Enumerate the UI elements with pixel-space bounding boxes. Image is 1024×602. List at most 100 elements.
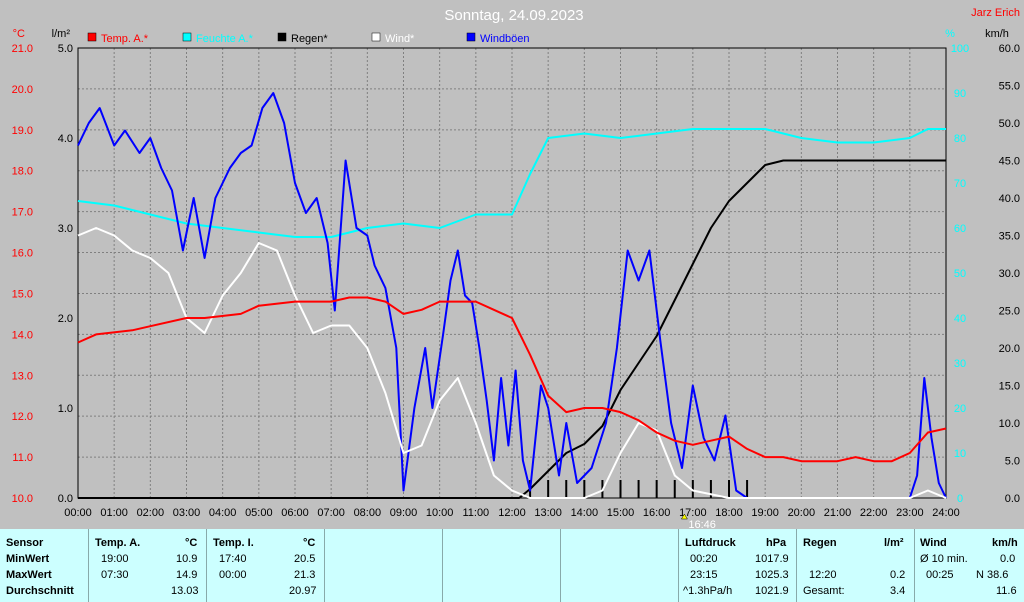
temp-a-max-val: 14.9 bbox=[176, 569, 198, 581]
wind-tick-label: 10.0 bbox=[999, 418, 1020, 430]
wind-header: Wind bbox=[920, 537, 947, 549]
x-tick-label: 00:00 bbox=[64, 507, 92, 519]
legend-swatch bbox=[371, 32, 381, 42]
x-tick-label: 02:00 bbox=[137, 507, 165, 519]
humidity-tick-label: 0 bbox=[957, 493, 963, 505]
wind-tick-label: 20.0 bbox=[999, 343, 1020, 355]
temp-i-min-val: 20.5 bbox=[294, 553, 316, 565]
x-tick-label: 15:00 bbox=[607, 507, 635, 519]
x-tick-label: 13:00 bbox=[534, 507, 562, 519]
rain-total-label: Gesamt: bbox=[803, 585, 845, 597]
temp-tick-label: 12.0 bbox=[12, 411, 33, 423]
temp-tick-label: 15.0 bbox=[12, 288, 33, 300]
time-marker-label: 16:46 bbox=[688, 519, 716, 529]
wind-tick-label: 50.0 bbox=[999, 118, 1020, 130]
chart-title: Sonntag, 24.09.2023 bbox=[444, 7, 583, 24]
wind-max-val: N 38.6 bbox=[976, 569, 1009, 581]
wind-tick-label: 45.0 bbox=[999, 156, 1020, 168]
row-label-max: MaxWert bbox=[6, 569, 52, 581]
rain-total: 3.4 bbox=[890, 585, 906, 597]
temp-tick-label: 21.0 bbox=[12, 43, 33, 55]
row-label-min: MinWert bbox=[6, 553, 50, 565]
rain-tick-label: 5.0 bbox=[58, 43, 73, 55]
temp-a-unit: °C bbox=[185, 537, 198, 549]
humidity-tick-label: 80 bbox=[954, 133, 966, 145]
rain-max-val: 0.2 bbox=[890, 569, 906, 581]
humidity-tick-label: 100 bbox=[951, 43, 969, 55]
x-tick-label: 21:00 bbox=[824, 507, 852, 519]
weather-chart: Sonntag, 24.09.2023 Jarz Erich Temp. A.*… bbox=[12, 7, 1020, 529]
pressure-min-time: 00:20 bbox=[690, 553, 718, 565]
row-label-avg: Durchschnitt bbox=[6, 585, 74, 597]
humidity-tick-label: 40 bbox=[954, 313, 966, 325]
x-tick-label: 04:00 bbox=[209, 507, 237, 519]
sensor-header: Sensor bbox=[6, 537, 44, 549]
x-tick-label: 11:00 bbox=[462, 507, 489, 519]
temp-tick-label: 13.0 bbox=[12, 370, 33, 382]
temp-a-min-val: 10.9 bbox=[176, 553, 198, 565]
temp-i-min-time: 17:40 bbox=[219, 553, 247, 565]
pressure-unit: hPa bbox=[766, 537, 787, 549]
humidity-tick-label: 20 bbox=[954, 403, 966, 415]
station-name: Jarz Erich bbox=[971, 7, 1020, 19]
x-tick-label: 23:00 bbox=[896, 507, 924, 519]
wind-tick-label: 35.0 bbox=[999, 231, 1020, 243]
pressure-max-time: 23:15 bbox=[690, 569, 718, 581]
x-tick-label: 19:00 bbox=[751, 507, 779, 519]
wind-mean: 11.6 bbox=[996, 585, 1017, 597]
humidity-tick-label: 10 bbox=[954, 448, 966, 460]
wind-avg-label: Ø 10 min. bbox=[920, 553, 968, 565]
wind-avg-val: 0.0 bbox=[1000, 553, 1016, 565]
legend-label: Windböen bbox=[480, 33, 530, 45]
legend-swatch bbox=[182, 32, 192, 42]
wind-tick-label: 55.0 bbox=[999, 81, 1020, 93]
humidity-tick-label: 90 bbox=[954, 88, 966, 100]
x-tick-label: 03:00 bbox=[173, 507, 201, 519]
rain-unit-label: l/m² bbox=[52, 28, 71, 40]
wind-tick-label: 0.0 bbox=[1005, 493, 1020, 505]
humidity-tick-label: 60 bbox=[954, 223, 966, 235]
temp-a-avg: 13.03 bbox=[171, 585, 199, 597]
pressure-header: Luftdruck bbox=[685, 537, 736, 549]
legend-label: Temp. A.* bbox=[101, 33, 149, 45]
temp-a-min-time: 19:00 bbox=[101, 553, 129, 565]
temp-i-unit: °C bbox=[303, 537, 316, 549]
temp-i-header: Temp. I. bbox=[213, 537, 254, 549]
temp-tick-label: 14.0 bbox=[12, 329, 33, 341]
temp-tick-label: 18.0 bbox=[12, 166, 33, 178]
temp-i-avg: 20.97 bbox=[289, 585, 317, 597]
pressure-min-val: 1017.9 bbox=[755, 553, 789, 565]
x-tick-label: 08:00 bbox=[354, 507, 382, 519]
temp-i-max-time: 00:00 bbox=[219, 569, 247, 581]
pressure-max-val: 1025.3 bbox=[755, 569, 789, 581]
legend-swatch bbox=[466, 32, 476, 42]
humidity-tick-label: 70 bbox=[954, 178, 966, 190]
x-tick-label: 14:00 bbox=[571, 507, 599, 519]
temp-unit-label: °C bbox=[13, 28, 25, 40]
pressure-trend: ^1.3hPa/h bbox=[683, 585, 733, 597]
rain-unit: l/m² bbox=[884, 537, 904, 549]
x-tick-label: 20:00 bbox=[788, 507, 816, 519]
legend-label: Regen* bbox=[291, 33, 328, 45]
x-tick-label: 06:00 bbox=[281, 507, 309, 519]
legend-label: Wind* bbox=[385, 33, 415, 45]
wind-unit: km/h bbox=[992, 537, 1018, 549]
rain-tick-label: 3.0 bbox=[58, 223, 73, 235]
x-tick-label: 12:00 bbox=[498, 507, 526, 519]
wind-tick-label: 15.0 bbox=[999, 381, 1020, 393]
x-tick-label: 24:00 bbox=[932, 507, 960, 519]
legend-swatch bbox=[277, 32, 287, 42]
legend: Temp. A.* Feuchte A.* Regen* Wind* Windböen bbox=[87, 32, 530, 45]
temp-tick-label: 16.0 bbox=[12, 248, 33, 260]
wind-tick-label: 30.0 bbox=[999, 268, 1020, 280]
temp-tick-label: 10.0 bbox=[12, 493, 33, 505]
rain-tick-label: 2.0 bbox=[58, 313, 73, 325]
rain-max-time: 12:20 bbox=[809, 569, 837, 581]
legend-swatch bbox=[87, 32, 97, 42]
rain-tick-label: 4.0 bbox=[58, 133, 73, 145]
wind-tick-label: 40.0 bbox=[999, 193, 1020, 205]
temp-tick-label: 20.0 bbox=[12, 84, 33, 96]
x-tick-label: 16:00 bbox=[643, 507, 671, 519]
pressure-avg: 1021.9 bbox=[755, 585, 789, 597]
temp-tick-label: 11.0 bbox=[12, 452, 33, 464]
